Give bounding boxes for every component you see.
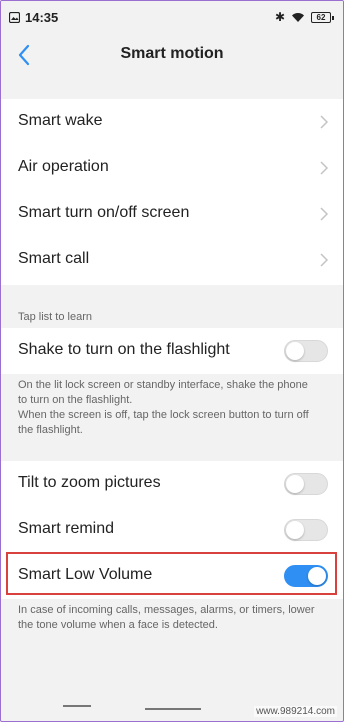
section-label: Tap list to learn <box>18 311 92 323</box>
list-item-label: Smart wake <box>18 112 103 129</box>
list-item-smart-call[interactable]: Smart call <box>1 237 343 283</box>
toggle-list: Tilt to zoom pictures Smart remind Smart… <box>1 461 343 599</box>
status-bar: 14:35 ✱ 62 <box>1 1 343 33</box>
gallery-icon <box>9 12 20 23</box>
list-item-label: Smart turn on/off screen <box>18 204 190 221</box>
app-bar: Smart motion <box>1 33 343 77</box>
toggle-label: Tilt to zoom pictures <box>18 474 161 491</box>
toggle-label: Smart remind <box>18 520 115 537</box>
toggle-knob <box>286 521 304 539</box>
smart-motion-list: Smart wake Air operation Smart turn on/o… <box>1 99 343 285</box>
nav-home-indicator[interactable] <box>145 708 201 710</box>
flashlight-setting: Shake to turn on the flashlight <box>1 328 343 374</box>
chevron-right-icon <box>320 115 329 129</box>
smart-remind-toggle[interactable] <box>284 519 328 541</box>
list-item-air-operation[interactable]: Air operation <box>1 145 343 191</box>
flashlight-description: On the lit lock screen or standby interf… <box>18 379 309 436</box>
chevron-right-icon <box>320 161 329 175</box>
wifi-icon <box>292 12 304 22</box>
chevron-right-icon <box>320 207 329 221</box>
phone-screen: 14:35 ✱ 62 Smart motion Smart wake Air o… <box>0 0 344 722</box>
tilt-to-zoom-toggle[interactable] <box>284 473 328 495</box>
chevron-right-icon <box>320 253 329 267</box>
page-title: Smart motion <box>120 45 224 62</box>
list-item-smart-wake[interactable]: Smart wake <box>1 99 343 145</box>
toggle-row-tilt-to-zoom[interactable]: Tilt to zoom pictures <box>1 461 343 507</box>
watermark: www.989214.com <box>254 706 337 717</box>
list-item-label: Smart call <box>18 250 90 267</box>
battery-level: 62 <box>316 12 326 22</box>
list-item-label: Air operation <box>18 158 109 175</box>
navigation-bar: www.989214.com <box>1 691 343 721</box>
status-time: 14:35 <box>25 10 59 25</box>
toggle-knob <box>308 567 326 585</box>
toggle-row-smart-remind[interactable]: Smart remind <box>1 507 343 553</box>
bluetooth-icon: ✱ <box>274 10 285 24</box>
toggle-row-flashlight[interactable]: Shake to turn on the flashlight <box>1 328 343 374</box>
toggle-knob <box>286 475 304 493</box>
nav-back-indicator[interactable] <box>63 705 91 707</box>
toggle-row-smart-low-volume[interactable]: Smart Low Volume <box>1 553 343 599</box>
low-volume-description: In case of incoming calls, messages, ala… <box>18 604 315 631</box>
battery-icon: 62 <box>311 11 334 23</box>
smart-low-volume-toggle[interactable] <box>284 565 328 587</box>
toggle-label: Shake to turn on the flashlight <box>18 341 230 358</box>
toggle-knob <box>286 342 304 360</box>
flashlight-toggle[interactable] <box>284 340 328 362</box>
list-item-smart-turn-on-off-screen[interactable]: Smart turn on/off screen <box>1 191 343 237</box>
toggle-label: Smart Low Volume <box>18 566 153 583</box>
